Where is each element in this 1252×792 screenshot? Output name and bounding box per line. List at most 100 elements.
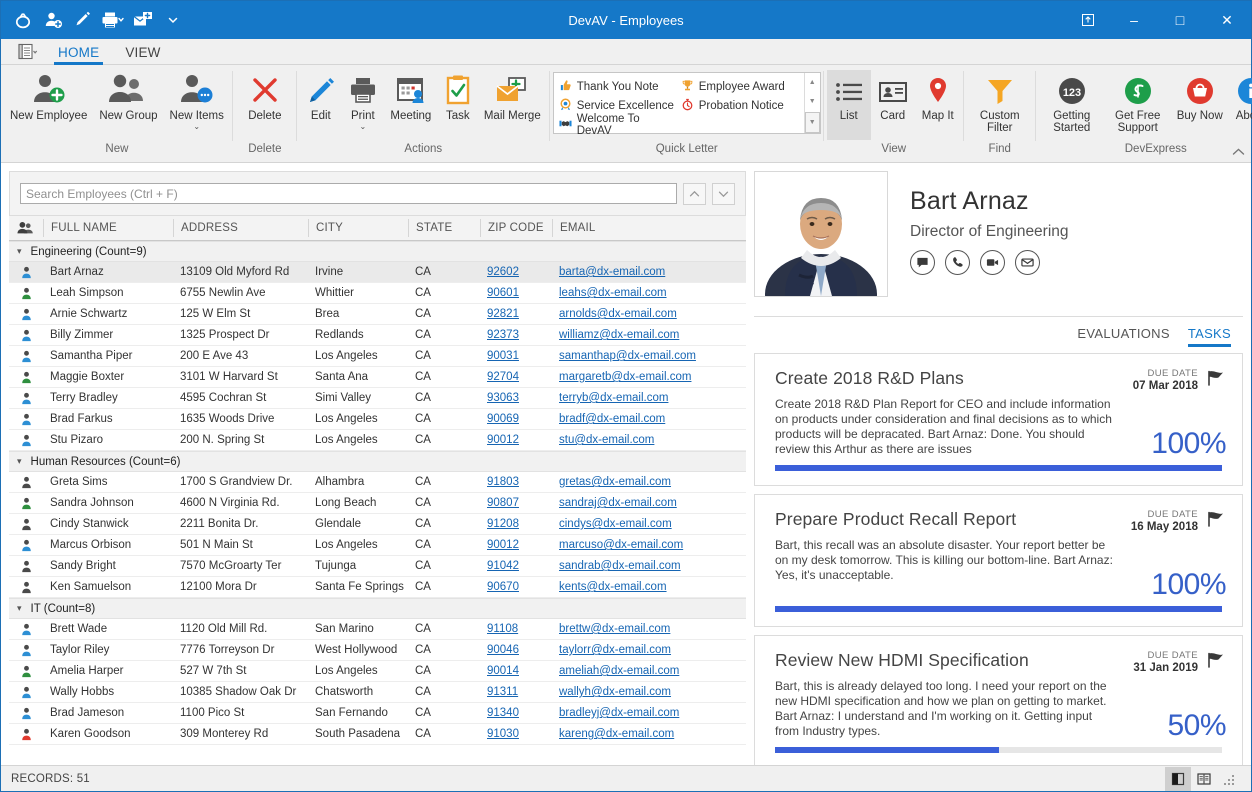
cell-email[interactable]: stu@dx-email.com xyxy=(552,434,742,446)
table-row[interactable]: Amelia Harper527 W 7th StLos AngelesCA90… xyxy=(9,661,746,682)
meeting-button[interactable]: Meeting xyxy=(384,70,438,124)
chevron-down-icon[interactable]: ⌄ xyxy=(359,123,366,130)
task-button[interactable]: Task xyxy=(438,70,478,124)
zip-link[interactable]: 92373 xyxy=(487,329,519,341)
table-row[interactable]: Terry Bradley4595 Cochran StSimi ValleyC… xyxy=(9,388,746,409)
cell-zip[interactable]: 92602 xyxy=(480,266,552,278)
grid-group-row[interactable]: ▾Engineering (Count=9) xyxy=(9,241,746,262)
cell-zip[interactable]: 90014 xyxy=(480,665,552,677)
email-link[interactable]: stu@dx-email.com xyxy=(559,434,654,446)
cell-email[interactable]: brettw@dx-email.com xyxy=(552,623,742,635)
cell-zip[interactable]: 91340 xyxy=(480,707,552,719)
zip-link[interactable]: 90046 xyxy=(487,644,519,656)
cell-zip[interactable]: 92373 xyxy=(480,329,552,341)
table-row[interactable]: Maggie Boxter3101 W Harvard StSanta AnaC… xyxy=(9,367,746,388)
mail-merge-button[interactable]: Mail Merge xyxy=(478,70,547,124)
cell-email[interactable]: margaretb@dx-email.com xyxy=(552,371,742,383)
zip-link[interactable]: 90012 xyxy=(487,539,519,551)
table-row[interactable]: Bart Arnaz13109 Old Myford RdIrvineCA926… xyxy=(9,262,746,283)
zip-link[interactable]: 91340 xyxy=(487,707,519,719)
table-row[interactable]: Sandy Bright7570 McGroarty TerTujungaCA9… xyxy=(9,556,746,577)
email-link[interactable]: williamz@dx-email.com xyxy=(559,329,679,341)
cell-zip[interactable]: 90012 xyxy=(480,539,552,551)
chat-icon[interactable] xyxy=(910,250,935,275)
tab-tasks[interactable]: TASKS xyxy=(1188,326,1231,345)
cell-zip[interactable]: 90069 xyxy=(480,413,552,425)
qat-dropdown-icon[interactable] xyxy=(159,7,187,33)
cell-zip[interactable]: 91042 xyxy=(480,560,552,572)
email-link[interactable]: leahs@dx-email.com xyxy=(559,287,667,299)
reading-view-icon[interactable] xyxy=(1191,767,1217,791)
file-menu-icon[interactable] xyxy=(11,40,45,64)
chevron-down-icon[interactable]: ▾ xyxy=(17,246,22,257)
grid-group-row[interactable]: ▾IT (Count=8) xyxy=(9,598,746,619)
cell-email[interactable]: williamz@dx-email.com xyxy=(552,329,742,341)
email-link[interactable]: ameliah@dx-email.com xyxy=(559,665,679,677)
cell-email[interactable]: ameliah@dx-email.com xyxy=(552,665,742,677)
grid-header-state[interactable]: STATE xyxy=(408,219,480,237)
table-row[interactable]: Sandra Johnson4600 N Virginia Rd.Long Be… xyxy=(9,493,746,514)
grid-header-icon[interactable] xyxy=(9,219,43,237)
zip-link[interactable]: 90807 xyxy=(487,497,519,509)
mail-merge-icon[interactable] xyxy=(129,7,157,33)
email-link[interactable]: bradf@dx-email.com xyxy=(559,413,665,425)
zip-link[interactable]: 91108 xyxy=(487,623,518,635)
grid-body[interactable]: ▾Engineering (Count=9)Bart Arnaz13109 Ol… xyxy=(9,241,746,773)
chevron-down-icon[interactable]: ▾ xyxy=(17,456,22,467)
zip-link[interactable]: 90012 xyxy=(487,434,519,446)
cell-email[interactable]: gretas@dx-email.com xyxy=(552,476,742,488)
cell-zip[interactable]: 92704 xyxy=(480,371,552,383)
cell-email[interactable]: leahs@dx-email.com xyxy=(552,287,742,299)
quick-letter-item[interactable]: Employee Award xyxy=(681,77,799,96)
email-link[interactable]: cindys@dx-email.com xyxy=(559,518,672,530)
zip-link[interactable]: 90031 xyxy=(487,350,519,362)
table-row[interactable]: Leah Simpson6755 Newlin AveWhittierCA906… xyxy=(9,283,746,304)
delete-button[interactable]: Delete xyxy=(236,70,294,124)
close-button[interactable]: ✕ xyxy=(1203,1,1251,39)
cell-email[interactable]: marcuso@dx-email.com xyxy=(552,539,742,551)
email-link[interactable]: brettw@dx-email.com xyxy=(559,623,670,635)
table-row[interactable]: Arnie Schwartz125 W Elm StBreaCA92821arn… xyxy=(9,304,746,325)
zip-link[interactable]: 92821 xyxy=(487,308,519,320)
email-link[interactable]: barta@dx-email.com xyxy=(559,266,665,278)
cell-email[interactable]: barta@dx-email.com xyxy=(552,266,742,278)
quick-letter-item[interactable]: Probation Notice xyxy=(681,96,799,115)
buy-now-button[interactable]: Buy Now xyxy=(1171,70,1229,124)
task-list[interactable]: Create 2018 R&D PlansCreate 2018 R&D Pla… xyxy=(754,353,1243,773)
search-next-button[interactable] xyxy=(712,183,735,205)
table-row[interactable]: Brett Wade1120 Old Mill Rd.San MarinoCA9… xyxy=(9,619,746,640)
table-row[interactable]: Samantha Piper200 E Ave 43Los AngelesCA9… xyxy=(9,346,746,367)
quick-letter-item[interactable]: Thank You Note xyxy=(559,77,677,96)
cell-email[interactable]: sandrab@dx-email.com xyxy=(552,560,742,572)
split-view-icon[interactable] xyxy=(1165,767,1191,791)
about-button[interactable]: About xyxy=(1229,70,1252,124)
cell-email[interactable]: sandraj@dx-email.com xyxy=(552,497,742,509)
cell-zip[interactable]: 90031 xyxy=(480,350,552,362)
cell-zip[interactable]: 90012 xyxy=(480,434,552,446)
email-link[interactable]: samanthap@dx-email.com xyxy=(559,350,696,362)
phone-icon[interactable] xyxy=(945,250,970,275)
zip-link[interactable]: 91042 xyxy=(487,560,519,572)
print-button[interactable]: Print ⌄ xyxy=(342,70,384,132)
task-card[interactable]: Create 2018 R&D PlansCreate 2018 R&D Pla… xyxy=(754,353,1243,486)
table-row[interactable]: Wally Hobbs10385 Shadow Oak DrChatsworth… xyxy=(9,682,746,703)
devav-logo-icon[interactable] xyxy=(9,7,37,33)
search-input[interactable] xyxy=(20,183,677,204)
edit-icon[interactable] xyxy=(69,7,97,33)
quick-letter-item[interactable]: Welcome To DevAV xyxy=(559,115,677,134)
restore-up-icon[interactable] xyxy=(1065,1,1111,39)
gallery-scrollbar[interactable]: ▲ ▼ ▼ xyxy=(804,73,820,133)
email-link[interactable]: bradleyj@dx-email.com xyxy=(559,707,679,719)
email-link[interactable]: gretas@dx-email.com xyxy=(559,476,671,488)
tab-evaluations[interactable]: EVALUATIONS xyxy=(1077,326,1169,345)
cell-email[interactable]: kents@dx-email.com xyxy=(552,581,742,593)
custom-filter-button[interactable]: Custom Filter xyxy=(967,70,1033,136)
zip-link[interactable]: 91311 xyxy=(487,686,518,698)
new-group-button[interactable]: New Group xyxy=(93,70,163,124)
email-link[interactable]: marcuso@dx-email.com xyxy=(559,539,683,551)
quick-letter-gallery[interactable]: Thank You Note Employee Award Service Ex… xyxy=(553,72,821,134)
zip-link[interactable]: 91208 xyxy=(487,518,519,530)
zip-link[interactable]: 93063 xyxy=(487,392,519,404)
cell-email[interactable]: kareng@dx-email.com xyxy=(552,728,742,740)
zip-link[interactable]: 91803 xyxy=(487,476,519,488)
